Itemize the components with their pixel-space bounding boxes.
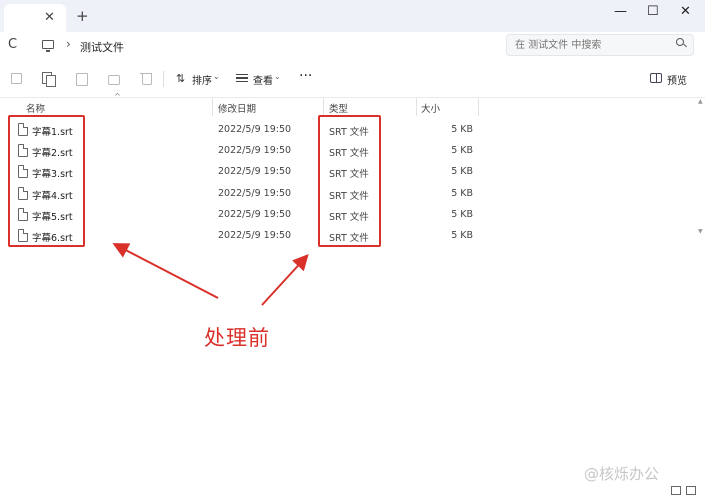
sort-icon[interactable]: ⇅: [176, 72, 185, 85]
file-size: 5 KB: [451, 145, 473, 156]
toolbar-divider: [163, 71, 164, 87]
annotation-box-names: [8, 115, 85, 247]
file-date: 2022/5/9 19:50: [218, 188, 292, 199]
title-bar: ✕ + — ☐ ✕: [0, 0, 705, 32]
view-icon[interactable]: [236, 74, 248, 82]
maximize-button[interactable]: ☐: [647, 4, 659, 19]
file-size: 5 KB: [451, 209, 473, 220]
delete-icon[interactable]: [140, 72, 153, 85]
new-tab-button[interactable]: +: [76, 7, 89, 25]
column-header-size[interactable]: 大小: [421, 98, 440, 116]
preview-button[interactable]: 预览: [667, 72, 687, 87]
file-date: 2022/5/9 19:50: [218, 230, 292, 241]
share-icon[interactable]: [107, 72, 120, 85]
watermark: @核烁办公: [584, 465, 660, 483]
vertical-scrollbar[interactable]: ▲ ▼: [698, 98, 703, 238]
breadcrumb-current-folder[interactable]: 测试文件: [80, 39, 124, 55]
annotation-box-types: [318, 115, 381, 247]
arrow-to-names: [112, 243, 219, 299]
tiles-view-icon[interactable]: [686, 486, 696, 495]
command-bar: ⇅ 排序 ⌄ 查看 ⌄ ··· 预览: [0, 60, 705, 98]
view-button[interactable]: 查看: [253, 72, 273, 87]
tab-close-icon[interactable]: ✕: [44, 10, 55, 25]
file-date: 2022/5/9 19:50: [218, 166, 292, 177]
column-header-name[interactable]: 名称: [26, 98, 45, 116]
active-tab[interactable]: ✕: [4, 4, 66, 32]
this-pc-icon[interactable]: [42, 40, 54, 52]
column-divider[interactable]: [416, 98, 417, 116]
file-date: 2022/5/9 19:50: [218, 209, 292, 220]
column-divider[interactable]: [323, 98, 324, 116]
paste-icon[interactable]: [75, 72, 88, 86]
view-chevron-down-icon[interactable]: ⌄: [274, 72, 281, 81]
copy-icon[interactable]: [42, 72, 56, 87]
file-size: 5 KB: [451, 166, 473, 177]
file-size: 5 KB: [451, 188, 473, 199]
sort-chevron-down-icon[interactable]: ⌄: [213, 72, 220, 81]
sort-ascending-icon: ^: [114, 92, 121, 101]
scroll-down-arrow-icon[interactable]: ▼: [698, 228, 703, 235]
file-size: 5 KB: [451, 124, 473, 135]
details-view-icon[interactable]: [671, 486, 681, 495]
search-icon[interactable]: [676, 38, 684, 46]
preview-pane-icon[interactable]: [650, 73, 662, 83]
file-size: 5 KB: [451, 230, 473, 241]
breadcrumb-separator[interactable]: ›: [66, 37, 71, 51]
file-date: 2022/5/9 19:50: [218, 124, 292, 135]
close-button[interactable]: ✕: [680, 4, 691, 19]
annotation-caption: 处理前: [204, 326, 270, 350]
minimize-button[interactable]: —: [614, 4, 627, 19]
arrow-to-types: [261, 254, 309, 306]
search-input[interactable]: [506, 34, 694, 56]
column-header-type[interactable]: 类型: [329, 98, 348, 116]
more-options-button[interactable]: ···: [299, 68, 312, 84]
cut-icon[interactable]: [10, 72, 23, 85]
file-date: 2022/5/9 19:50: [218, 145, 292, 156]
column-divider[interactable]: [212, 98, 213, 116]
sort-button[interactable]: 排序: [192, 72, 212, 87]
refresh-icon[interactable]: C: [8, 37, 17, 52]
column-divider[interactable]: [478, 98, 479, 116]
scroll-up-arrow-icon[interactable]: ▲: [698, 98, 703, 105]
column-header-date[interactable]: 修改日期: [218, 98, 256, 116]
